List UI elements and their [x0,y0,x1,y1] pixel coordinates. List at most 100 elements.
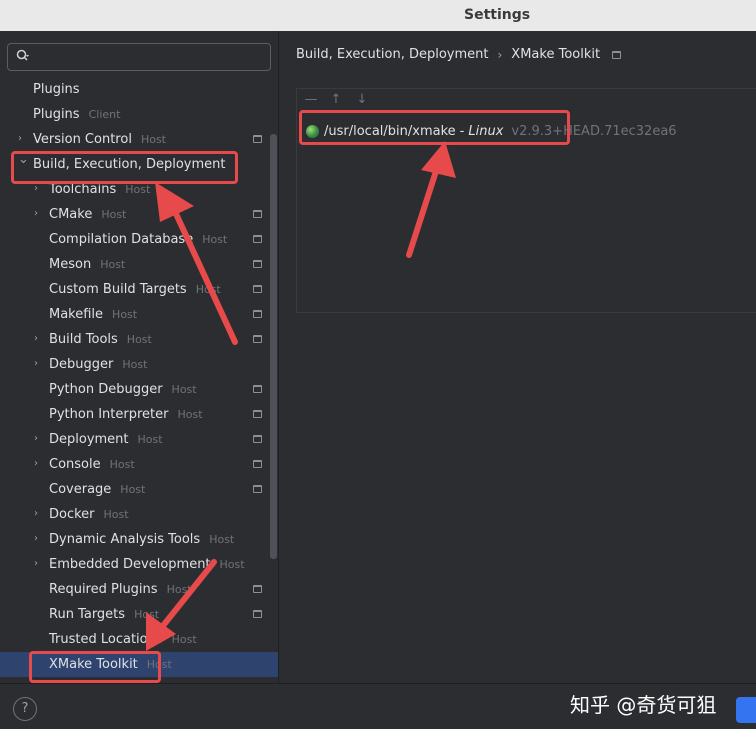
sidebar-item-label: Python Interpreter Host [49,407,203,422]
sidebar-scrollbar[interactable] [270,134,277,559]
toolkit-path: /usr/local/bin/xmake [324,123,456,139]
sidebar-item-label: Meson Host [49,257,125,272]
chevron-right-icon[interactable]: › [18,134,28,144]
chevron-right-icon[interactable]: › [34,209,44,219]
sidebar-item[interactable]: › Toolchains Host [0,177,278,202]
pin-icon[interactable] [253,210,262,218]
sidebar-item[interactable]: › Version Control Host [0,127,278,152]
sidebar-item[interactable]: Meson Host [0,252,278,277]
chevron-right-icon[interactable]: › [34,534,44,544]
pin-icon[interactable] [253,460,262,468]
sidebar-item[interactable]: Trusted Locations Host [0,627,278,652]
sidebar-item-text: Build Tools [49,332,118,347]
pin-icon[interactable] [253,260,262,268]
scope-tag: Host [171,633,197,646]
pin-icon[interactable] [253,335,262,343]
pin-icon[interactable] [253,585,262,593]
pin-icon[interactable] [253,610,262,618]
sidebar-item-text: CMake [49,207,93,222]
sidebar-item-text: Plugins [33,107,80,122]
sidebar-item[interactable]: › Docker Host [0,502,278,527]
chevron-right-icon[interactable]: › [34,434,44,444]
sidebar-item[interactable]: Plugins Client [0,102,278,127]
sidebar-item-label: Debugger Host [49,357,147,372]
pin-icon[interactable] [253,135,262,143]
pin-icon[interactable] [253,410,262,418]
sidebar-item-text: Makefile [49,307,104,322]
sidebar-item[interactable]: › Dynamic Analysis Tools Host [0,527,278,552]
sidebar-item[interactable]: Required Plugins Host [0,577,278,602]
sidebar-item-text: XMake Toolkit [49,657,138,672]
sidebar-item[interactable]: › Deployment Host [0,427,278,452]
pin-icon[interactable] [253,385,262,393]
sidebar-item-label: Run Targets Host [49,607,159,622]
sidebar-item-text: Console [49,457,101,472]
scope-tag: Host [219,558,245,571]
search-input[interactable] [7,43,271,71]
toolkit-dash: - [459,123,465,139]
toolkit-version: v2.9.3+HEAD.71ec32ea6 [511,123,677,139]
ok-button[interactable] [736,697,756,723]
sidebar-item[interactable]: Makefile Host [0,302,278,327]
scope-tag: Host [125,183,151,196]
toolkit-list-item[interactable]: /usr/local/bin/xmake - Linux v2.9.3+HEAD… [306,122,677,140]
sidebar-item-label: Makefile Host [49,307,137,322]
bottom-bar: ? 知乎 @奇货可狙 [0,683,756,729]
sidebar-item-text: Dynamic Analysis Tools [49,532,201,547]
chevron-right-icon[interactable]: › [34,459,44,469]
sidebar-item-label: Compilation Database Host [49,232,227,247]
pin-icon[interactable] [253,235,262,243]
scope-tag: Host [120,483,146,496]
chevron-right-icon[interactable]: › [34,359,44,369]
sidebar-item[interactable]: › Console Host [0,452,278,477]
sidebar-item[interactable]: Coverage Host [0,477,278,502]
sidebar-item-text: Run Targets [49,607,126,622]
pin-icon[interactable] [253,310,262,318]
sidebar-item[interactable]: Python Interpreter Host [0,402,278,427]
sidebar-item[interactable]: ⌄ Build, Execution, Deployment [0,152,278,177]
chevron-down-icon[interactable]: ⌄ [18,153,29,166]
sidebar-item-label: XMake Toolkit Host [49,657,172,672]
pin-icon[interactable] [253,485,262,493]
chevron-right-icon[interactable]: › [34,559,44,569]
sidebar-item-text: Compilation Database [49,232,194,247]
sidebar-item-text: Required Plugins [49,582,158,597]
scope-tag: Host [134,608,160,621]
scope-tag: Host [137,433,163,446]
move-down-button[interactable]: ↓ [354,92,370,108]
scope-tag: Host [122,358,148,371]
toolkit-os: Linux [468,123,504,139]
breadcrumb-parent[interactable]: Build, Execution, Deployment [296,47,488,62]
sidebar-item[interactable]: › Build Tools Host [0,327,278,352]
search-icon [16,49,29,61]
sidebar-item[interactable]: › Embedded Development Host [0,552,278,577]
sidebar-item-label: Embedded Development Host [49,557,245,572]
sidebar-item-label: Build Tools Host [49,332,152,347]
sidebar-item[interactable]: Python Debugger Host [0,377,278,402]
scope-tag: Host [209,533,235,546]
settings-sidebar: Plugins Plugins Client › Version Control Host… [0,31,279,683]
scope-tag: Host [112,308,138,321]
settings-content: Build, Execution, Deployment › XMake Too… [280,31,756,683]
sidebar-item-text: Version Control [33,132,132,147]
pin-icon[interactable] [612,50,622,59]
sidebar-item[interactable]: XMake Toolkit Host [0,652,278,677]
remove-button[interactable]: — [303,92,319,108]
chevron-right-icon[interactable]: › [34,509,44,519]
chevron-right-icon[interactable]: › [34,184,44,194]
pin-icon[interactable] [253,435,262,443]
chevron-right-icon[interactable]: › [34,334,44,344]
sidebar-item-text: Docker [49,507,95,522]
sidebar-item[interactable]: Custom Build Targets Host [0,277,278,302]
sidebar-item-label: CMake Host [49,207,126,222]
sidebar-item[interactable]: › Debugger Host [0,352,278,377]
sidebar-item[interactable]: Run Targets Host [0,602,278,627]
sidebar-item[interactable]: Compilation Database Host [0,227,278,252]
sidebar-item[interactable]: Plugins [0,77,278,102]
move-up-button[interactable]: ↑ [328,92,344,108]
pin-icon[interactable] [253,285,262,293]
sidebar-item-text: Toolchains [49,182,117,197]
sidebar-item[interactable]: › CMake Host [0,202,278,227]
sidebar-item-text: Embedded Development [49,557,211,572]
help-button[interactable]: ? [13,697,37,721]
